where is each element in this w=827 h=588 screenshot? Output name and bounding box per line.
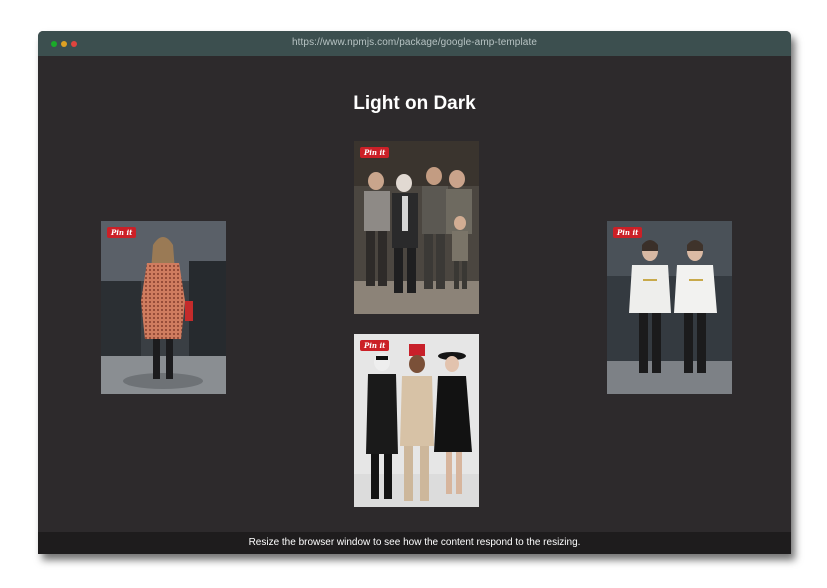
photo-group-walking-image — [354, 141, 479, 314]
gallery-photo-top[interactable]: Pin it — [354, 141, 479, 314]
gallery-photo-bottom[interactable]: Pin it — [354, 334, 479, 507]
pin-it-button[interactable]: Pin it — [360, 340, 390, 351]
pin-it-button[interactable]: Pin it — [613, 227, 643, 238]
photo-white-blouses-image — [607, 221, 732, 394]
page-title: Light on Dark — [353, 93, 476, 114]
gallery-photo-left[interactable]: Pin it — [101, 221, 226, 394]
browser-window: https://www.npmjs.com/package/google-amp… — [38, 31, 791, 554]
pin-it-button[interactable]: Pin it — [360, 147, 390, 158]
address-bar-url[interactable]: https://www.npmjs.com/package/google-amp… — [38, 37, 791, 48]
browser-titlebar: https://www.npmjs.com/package/google-amp… — [38, 31, 791, 56]
gallery-photo-right[interactable]: Pin it — [607, 221, 732, 394]
footer-note: Resize the browser window to see how the… — [38, 532, 791, 554]
photo-tweed-dress-image — [101, 221, 226, 394]
pin-it-button[interactable]: Pin it — [107, 227, 137, 238]
photo-three-figures-image — [354, 334, 479, 507]
